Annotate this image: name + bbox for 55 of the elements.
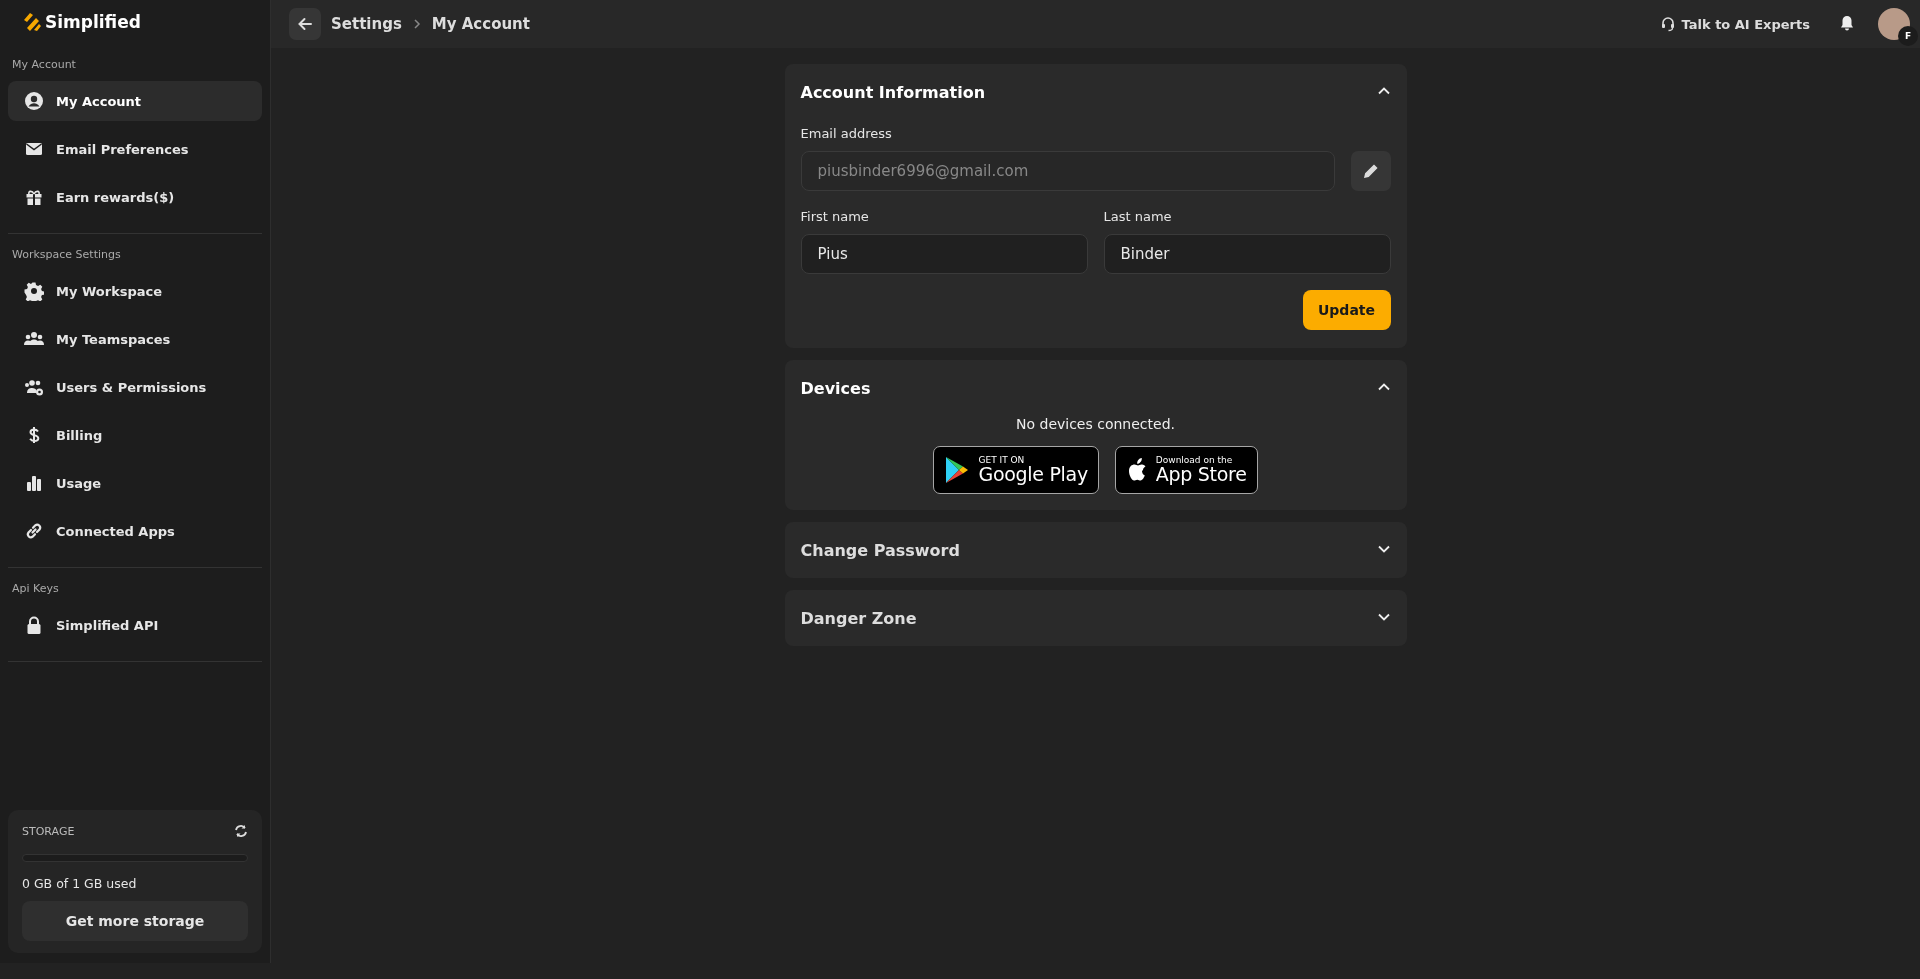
email-field[interactable]: piusbinder6996@gmail.com: [800, 151, 1335, 191]
sidebar-item[interactable]: Billing: [8, 415, 262, 455]
empty-message: No devices connected.: [1015, 416, 1176, 432]
logo-text: Simplified: [45, 12, 141, 32]
store-badge[interactable]: Download on the App Store: [1114, 446, 1258, 494]
breadcrumb-current: My Account: [431, 15, 530, 33]
pencil-icon: [1363, 164, 1378, 178]
last-name-field[interactable]: Binder: [1103, 234, 1391, 274]
store-name: Google Play: [978, 465, 1088, 484]
section-heading: Workspace Settings: [11, 247, 122, 263]
sidebar-item[interactable]: My Account: [8, 81, 262, 121]
sidebar-item[interactable]: Email Preferences: [8, 129, 262, 169]
storage-title: STORAGE: [22, 824, 75, 838]
avatar[interactable]: [1878, 8, 1910, 40]
sidebar-item[interactable]: My Workspace: [8, 271, 262, 311]
field-label: First name: [800, 209, 870, 224]
first-name-field[interactable]: Pius: [800, 234, 1088, 274]
headset-icon: [1659, 16, 1676, 32]
chevron-right-icon: [411, 19, 422, 29]
bar-chart-icon: [24, 473, 44, 493]
section-title: Devices: [800, 378, 871, 398]
users-gear-icon: [24, 377, 44, 397]
update-button[interactable]: Update: [1302, 290, 1391, 330]
sidebar-item[interactable]: My Teamspaces: [8, 319, 262, 359]
section-title: Account Information: [800, 82, 985, 102]
section-heading: Api Keys: [11, 581, 60, 597]
user-circle-icon: [24, 91, 44, 111]
get-storage-button[interactable]: Get more storage: [22, 901, 248, 941]
section-title: Change Password: [800, 540, 960, 560]
sidebar-item[interactable]: Users & Permissions: [8, 367, 262, 407]
back-button[interactable]: [289, 8, 321, 40]
gear-icon: [24, 281, 44, 301]
storage-usage: 0 GB of 1 GB used: [22, 876, 138, 891]
bell-icon: [1840, 14, 1854, 31]
field-label: Email address: [800, 126, 893, 141]
field-label: Last name: [1103, 209, 1173, 224]
section-heading: My Account: [11, 57, 77, 73]
sidebar-item[interactable]: Earn rewards($): [8, 177, 262, 217]
logo-icon: [22, 12, 42, 32]
breadcrumb-link[interactable]: Settings: [331, 15, 402, 33]
avatar-badge: F: [1898, 26, 1918, 46]
edit-button[interactable]: [1350, 151, 1391, 191]
padlock-icon: [24, 615, 44, 635]
support-link[interactable]: Talk to AI Experts: [1659, 16, 1810, 32]
sidebar-item[interactable]: Usage: [8, 463, 262, 503]
sidebar-item[interactable]: Simplified API: [8, 605, 262, 645]
link-icon: [24, 521, 44, 541]
arrow-left-icon: [297, 16, 313, 32]
store-badge[interactable]: GET IT ON Google Play: [933, 446, 1099, 494]
store-caption: GET IT ON: [978, 456, 1026, 465]
section-title: Danger Zone: [800, 608, 917, 628]
store-name: App Store: [1155, 465, 1247, 484]
sidebar-item[interactable]: Connected Apps: [8, 511, 262, 551]
store-caption: Download on the: [1155, 456, 1234, 465]
refresh-icon: [234, 824, 248, 838]
